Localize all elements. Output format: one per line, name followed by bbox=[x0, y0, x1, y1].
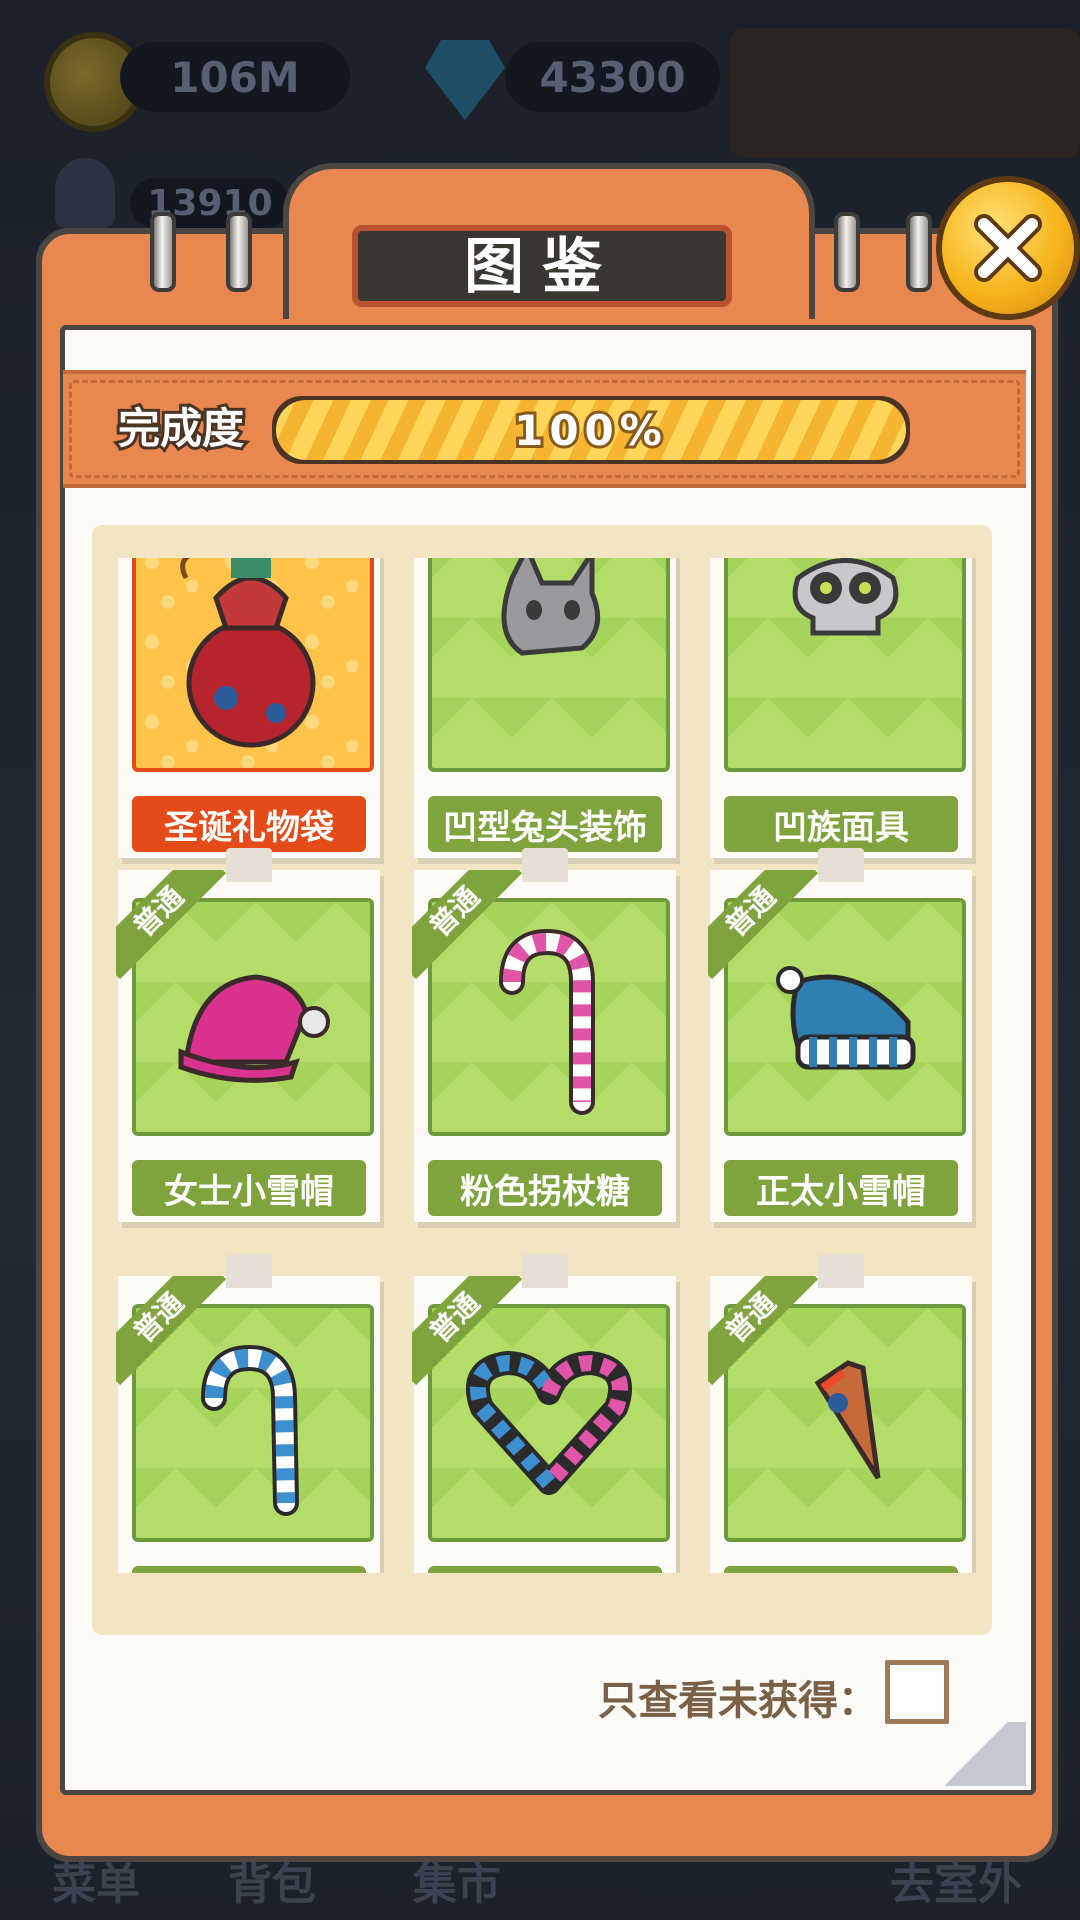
coin-counter: 106M bbox=[120, 42, 350, 112]
collection-card[interactable]: 凹族面具 bbox=[710, 558, 972, 858]
collection-card[interactable]: 普通正太小雪帽 bbox=[708, 870, 972, 1222]
hud-right-panel bbox=[730, 28, 1080, 158]
page-curl bbox=[926, 1722, 1026, 1786]
close-icon bbox=[974, 214, 1042, 282]
item-name-label: 正太小雪帽 bbox=[724, 1160, 958, 1216]
binder-ring-icon bbox=[906, 212, 932, 292]
collection-card[interactable]: 凹型兔头装饰 bbox=[414, 558, 676, 858]
item-name-label: 凹型兔头装饰 bbox=[428, 796, 662, 852]
collection-card[interactable]: 普通粉色拐杖糖 bbox=[412, 870, 676, 1222]
item-name-label: 粉色拐杖糖 bbox=[428, 1160, 662, 1216]
progress-text: 100% bbox=[511, 403, 668, 458]
item-name-label: 圣诞礼物袋 bbox=[132, 796, 366, 852]
card-clip bbox=[818, 848, 864, 882]
rarity-ribbon: 普通 bbox=[708, 1276, 818, 1386]
progress-label: 完成度 bbox=[115, 401, 247, 456]
card-clip bbox=[818, 1254, 864, 1288]
item-name-label: 女士小雪帽 bbox=[132, 1160, 366, 1216]
gift-sack-icon bbox=[132, 558, 374, 772]
rarity-label: 普通 bbox=[708, 870, 818, 980]
item-name-label: 心心相印 bbox=[428, 1566, 662, 1573]
rarity-label: 普通 bbox=[116, 1276, 226, 1386]
filter-label: 只查看未获得： bbox=[598, 1678, 878, 1724]
rarity-ribbon: 普通 bbox=[412, 1276, 522, 1386]
rarity-ribbon: 普通 bbox=[116, 870, 226, 980]
card-clip bbox=[226, 848, 272, 882]
page-title: 图鉴 bbox=[463, 230, 620, 303]
avatar-icon bbox=[55, 158, 115, 228]
binder-ring-icon bbox=[150, 212, 176, 292]
collection-grid[interactable]: 圣诞礼物袋凹型兔头装饰凹族面具普通女士小雪帽普通粉色拐杖糖普通正太小雪帽普通蓝色… bbox=[100, 558, 990, 1573]
rarity-label: 普通 bbox=[116, 870, 226, 980]
skull-mask-icon bbox=[724, 558, 966, 772]
item-name-label: 蓝色拐杖糖 bbox=[132, 1566, 366, 1573]
binder-ring-icon bbox=[226, 212, 252, 292]
rarity-ribbon: 普通 bbox=[116, 1276, 226, 1386]
card-clip bbox=[522, 848, 568, 882]
item-name-label: 克苏 bbox=[724, 1566, 958, 1573]
title-plate: 图鉴 bbox=[352, 225, 732, 307]
filter-unobtained-checkbox[interactable] bbox=[885, 1660, 949, 1724]
progress-bar: 100% bbox=[272, 396, 910, 464]
card-clip bbox=[522, 1254, 568, 1288]
item-name-label: 凹族面具 bbox=[724, 796, 958, 852]
card-clip bbox=[226, 1254, 272, 1288]
collection-card[interactable]: 圣诞礼物袋 bbox=[118, 558, 380, 858]
binder-ring-icon bbox=[834, 212, 860, 292]
rarity-label: 普通 bbox=[412, 870, 522, 980]
rarity-ribbon: 普通 bbox=[708, 870, 818, 980]
rarity-ribbon: 普通 bbox=[412, 870, 522, 980]
collection-card[interactable]: 普通克苏 bbox=[708, 1276, 972, 1573]
collection-card[interactable]: 普通蓝色拐杖糖 bbox=[116, 1276, 380, 1573]
rarity-label: 普通 bbox=[708, 1276, 818, 1386]
collection-card[interactable]: 普通女士小雪帽 bbox=[116, 870, 380, 1222]
collection-card[interactable]: 普通心心相印 bbox=[412, 1276, 676, 1573]
rarity-label: 普通 bbox=[412, 1276, 522, 1386]
bunny-head-icon bbox=[428, 558, 670, 772]
close-button[interactable] bbox=[936, 176, 1080, 320]
gem-counter: 43300 bbox=[505, 42, 720, 112]
